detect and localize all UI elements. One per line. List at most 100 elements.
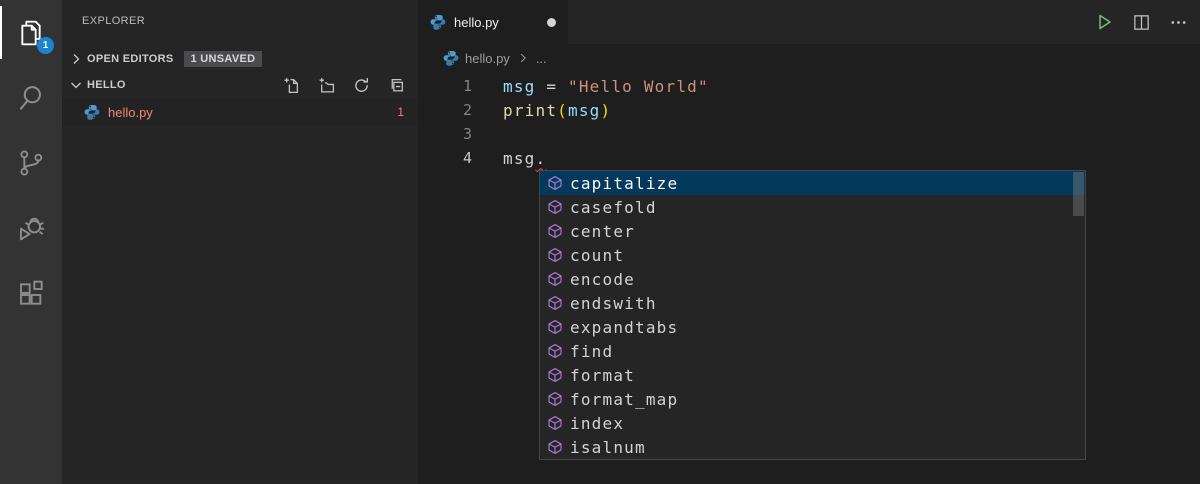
code-token: msg [568, 100, 601, 120]
code-line[interactable]: 1 msg = "Hello World" [418, 74, 1200, 98]
python-breadcrumb-icon-slot [443, 50, 459, 66]
collapse-all-icon [391, 78, 403, 91]
new-file-button[interactable] [283, 77, 300, 94]
suggestion-label: count [570, 245, 625, 265]
suggestion-label: endswith [570, 293, 657, 313]
folder-name-label: HELLO [87, 79, 126, 91]
unsaved-badge: 1 UNSAVED [183, 51, 263, 67]
more-actions-button[interactable] [1167, 11, 1190, 34]
line-number: 1 [462, 77, 472, 95]
new-folder-icon [319, 77, 335, 93]
activity-item-run-debug[interactable] [0, 195, 62, 260]
code-line[interactable]: 3 [418, 122, 1200, 146]
open-editors-label: OPEN EDITORS [87, 53, 174, 65]
python-icon [84, 105, 100, 120]
suggestion-label: capitalize [570, 173, 679, 193]
activity-bar: 1 [0, 0, 62, 484]
symbol-method-icon [548, 392, 562, 406]
suggestion-item[interactable]: endswith [540, 291, 1085, 315]
debug-icon [20, 217, 45, 240]
code-text: msg = "Hello World" [472, 77, 709, 96]
code-lines: 1 msg = "Hello World" 2 print(msg) 3 4 msg. [418, 74, 1200, 170]
suggestion-label: find [570, 341, 614, 361]
symbol-method-icon [548, 344, 562, 358]
symbol-method-icon [548, 320, 562, 334]
suggestion-item[interactable]: expandtabs [540, 315, 1085, 339]
suggestion-item[interactable]: casefold [540, 195, 1085, 219]
code-token: msg [503, 76, 536, 96]
breadcrumb-more[interactable]: ... [536, 51, 547, 66]
symbol-method-icon [548, 248, 562, 262]
suggestion-item[interactable]: index [540, 411, 1085, 435]
symbol-method-icon [548, 416, 562, 430]
split-editor-icon [1134, 14, 1149, 30]
extensions-icon [20, 280, 43, 305]
suggestion-label: center [570, 221, 635, 241]
split-editor-button[interactable] [1130, 11, 1153, 34]
chevron-right-icon [73, 54, 80, 64]
collapse-all-button[interactable] [388, 77, 405, 94]
code-line[interactable]: 2 print(msg) [418, 98, 1200, 122]
code-token: msg [503, 148, 536, 168]
activity-item-search[interactable] [0, 65, 62, 130]
python-icon [443, 51, 459, 66]
suggestion-item[interactable]: find [540, 339, 1085, 363]
suggestion-item[interactable]: format_map [540, 387, 1085, 411]
file-row-hello-py[interactable]: hello.py 1 [62, 98, 418, 126]
symbol-method-icon [548, 368, 562, 382]
suggestion-item[interactable]: encode [540, 267, 1085, 291]
line-number: 2 [462, 101, 472, 119]
suggestion-item[interactable]: center [540, 219, 1085, 243]
line-number: 3 [462, 125, 472, 143]
section-folder-hello[interactable]: HELLO [62, 72, 418, 98]
section-open-editors[interactable]: OPEN EDITORS 1 UNSAVED [62, 46, 418, 72]
unsaved-dot-icon[interactable] [547, 17, 556, 27]
tab-label: hello.py [454, 14, 499, 30]
breadcrumb-file[interactable]: hello.py [465, 51, 510, 66]
new-file-icon [284, 77, 298, 93]
activity-item-source-control[interactable] [0, 130, 62, 195]
suggestion-label: expandtabs [570, 317, 679, 337]
breadcrumb: hello.py ... [418, 44, 1200, 72]
explorer-toolbar [283, 77, 410, 94]
activity-item-extensions[interactable] [0, 260, 62, 325]
suggest-scrollbar[interactable] [1073, 172, 1084, 216]
suggestion-label: casefold [570, 197, 657, 217]
error-squiggle-token: . [535, 148, 547, 168]
suggestion-item[interactable]: capitalize [540, 171, 1085, 195]
symbol-method-icon [548, 272, 562, 286]
more-actions-icon [1171, 20, 1186, 24]
suggestion-item[interactable]: count [540, 243, 1085, 267]
code-editor[interactable]: 1 msg = "Hello World" 2 print(msg) 3 4 msg. [418, 72, 1200, 170]
code-text: msg. [472, 149, 546, 168]
source-control-icon [20, 149, 43, 176]
suggestion-label: encode [570, 269, 635, 289]
symbol-method-icon [548, 296, 562, 310]
suggest-list: capitalize casefold center count encode … [540, 171, 1085, 459]
symbol-method-icon [548, 176, 562, 190]
suggestion-label: isalnum [570, 437, 646, 457]
code-line[interactable]: 4 msg. [418, 146, 1200, 170]
python-icon [430, 15, 446, 30]
sidebar-explorer: EXPLORER OPEN EDITORS 1 UNSAVED HELLO he… [62, 0, 418, 484]
refresh-icon [355, 77, 369, 92]
code-text: print(msg) [472, 101, 611, 120]
refresh-button[interactable] [353, 77, 370, 94]
run-icon [1099, 14, 1111, 30]
symbol-method-icon [548, 200, 562, 214]
suggestion-label: format_map [570, 389, 679, 409]
code-token: ( [557, 100, 569, 120]
file-problem-count: 1 [397, 105, 404, 119]
code-token: ) [600, 100, 612, 120]
activity-item-explorer[interactable]: 1 [0, 0, 62, 65]
run-python-file-button[interactable] [1092, 10, 1116, 34]
chevron-down-icon [71, 82, 81, 89]
new-folder-button[interactable] [318, 77, 335, 94]
suggestion-label: format [570, 365, 635, 385]
open-files-badge: 1 [37, 36, 54, 54]
suggest-widget: capitalize casefold center count encode … [539, 170, 1086, 460]
code-token: print [503, 100, 558, 120]
suggestion-item[interactable]: format [540, 363, 1085, 387]
tab-hello-py[interactable]: hello.py [418, 0, 568, 44]
suggestion-item[interactable]: isalnum [540, 435, 1085, 459]
